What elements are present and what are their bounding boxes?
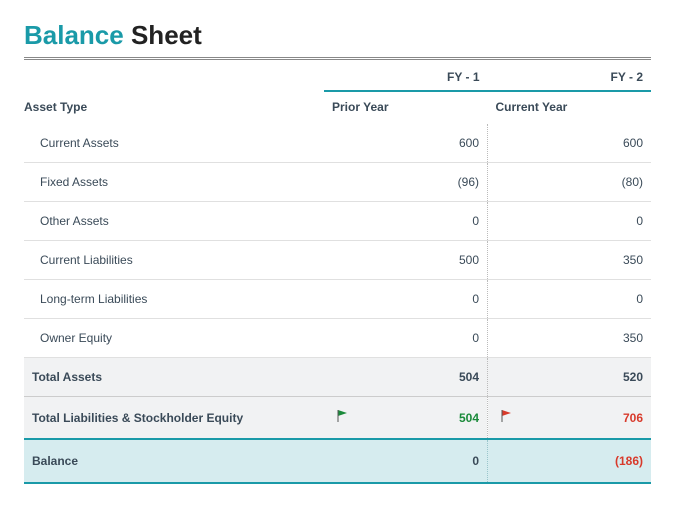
balance-sheet-table: FY - 1 FY - 2 Asset Type Prior Year Curr…	[24, 60, 651, 484]
balance-v1: 0	[324, 439, 488, 483]
row-value-fy1: 0	[324, 319, 488, 358]
balance-v2-value: (186)	[615, 454, 643, 468]
table-row: Long-term Liabilities00	[24, 280, 651, 319]
row-label: Other Assets	[24, 202, 324, 241]
table-row: Current Liabilities500350	[24, 241, 651, 280]
title-word-2: Sheet	[131, 20, 202, 50]
balance-v2: (186)	[488, 439, 652, 483]
total-assets-v2: 520	[488, 358, 652, 397]
table-row: Current Assets600600	[24, 124, 651, 163]
col2-label: Current Year	[488, 91, 652, 124]
total-assets-row: Total Assets 504 520	[24, 358, 651, 397]
row-value-fy1: (96)	[324, 163, 488, 202]
fiscal-year-row: FY - 1 FY - 2	[24, 60, 651, 91]
total-liab-v2: 706	[623, 411, 643, 425]
row-value-fy1: 0	[324, 280, 488, 319]
row-label: Current Assets	[24, 124, 324, 163]
row-value-fy1: 0	[324, 202, 488, 241]
row-value-fy2: 350	[488, 319, 652, 358]
fy2-code: FY - 2	[488, 60, 652, 91]
row-header-label: Asset Type	[24, 91, 324, 124]
row-label: Current Liabilities	[24, 241, 324, 280]
row-value-fy1: 500	[324, 241, 488, 280]
total-assets-v1: 504	[324, 358, 488, 397]
table-row: Owner Equity0350	[24, 319, 651, 358]
title-word-1: Balance	[24, 20, 124, 50]
row-label: Fixed Assets	[24, 163, 324, 202]
row-value-fy2: 350	[488, 241, 652, 280]
row-value-fy2: (80)	[488, 163, 652, 202]
total-assets-label: Total Assets	[24, 358, 324, 397]
header-row: Asset Type Prior Year Current Year	[24, 91, 651, 124]
flag-icon	[336, 409, 350, 426]
row-value-fy2: 0	[488, 280, 652, 319]
page-title: Balance Sheet	[24, 20, 651, 51]
balance-label: Balance	[24, 439, 324, 483]
row-value-fy1: 600	[324, 124, 488, 163]
row-value-fy2: 0	[488, 202, 652, 241]
flag-icon	[500, 409, 514, 426]
row-label: Long-term Liabilities	[24, 280, 324, 319]
total-liab-label: Total Liabilities & Stockholder Equity	[24, 397, 324, 440]
col1-label: Prior Year	[324, 91, 488, 124]
total-liab-v2-cell: 706	[488, 397, 652, 440]
balance-row: Balance 0 (186)	[24, 439, 651, 483]
row-label: Owner Equity	[24, 319, 324, 358]
row-value-fy2: 600	[488, 124, 652, 163]
fy1-code: FY - 1	[324, 60, 488, 91]
total-liab-v1: 504	[459, 411, 479, 425]
total-liab-v1-cell: 504	[324, 397, 488, 440]
table-row: Fixed Assets(96)(80)	[24, 163, 651, 202]
table-row: Other Assets00	[24, 202, 651, 241]
total-liab-row: Total Liabilities & Stockholder Equity 5…	[24, 397, 651, 440]
